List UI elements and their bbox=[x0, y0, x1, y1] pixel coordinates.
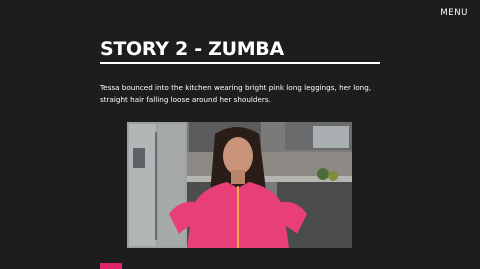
next-story-heading bbox=[100, 263, 122, 269]
page-title: STORY 2 - ZUMBA bbox=[100, 38, 284, 60]
menu-button[interactable]: MENU bbox=[440, 8, 468, 18]
title-underline bbox=[100, 62, 380, 64]
story-paragraph: Tessa bounced into the kitchen wearing b… bbox=[100, 83, 372, 104]
story-photo bbox=[127, 122, 352, 248]
page: MENU STORY 2 - ZUMBA Tessa bounced into … bbox=[0, 0, 480, 269]
